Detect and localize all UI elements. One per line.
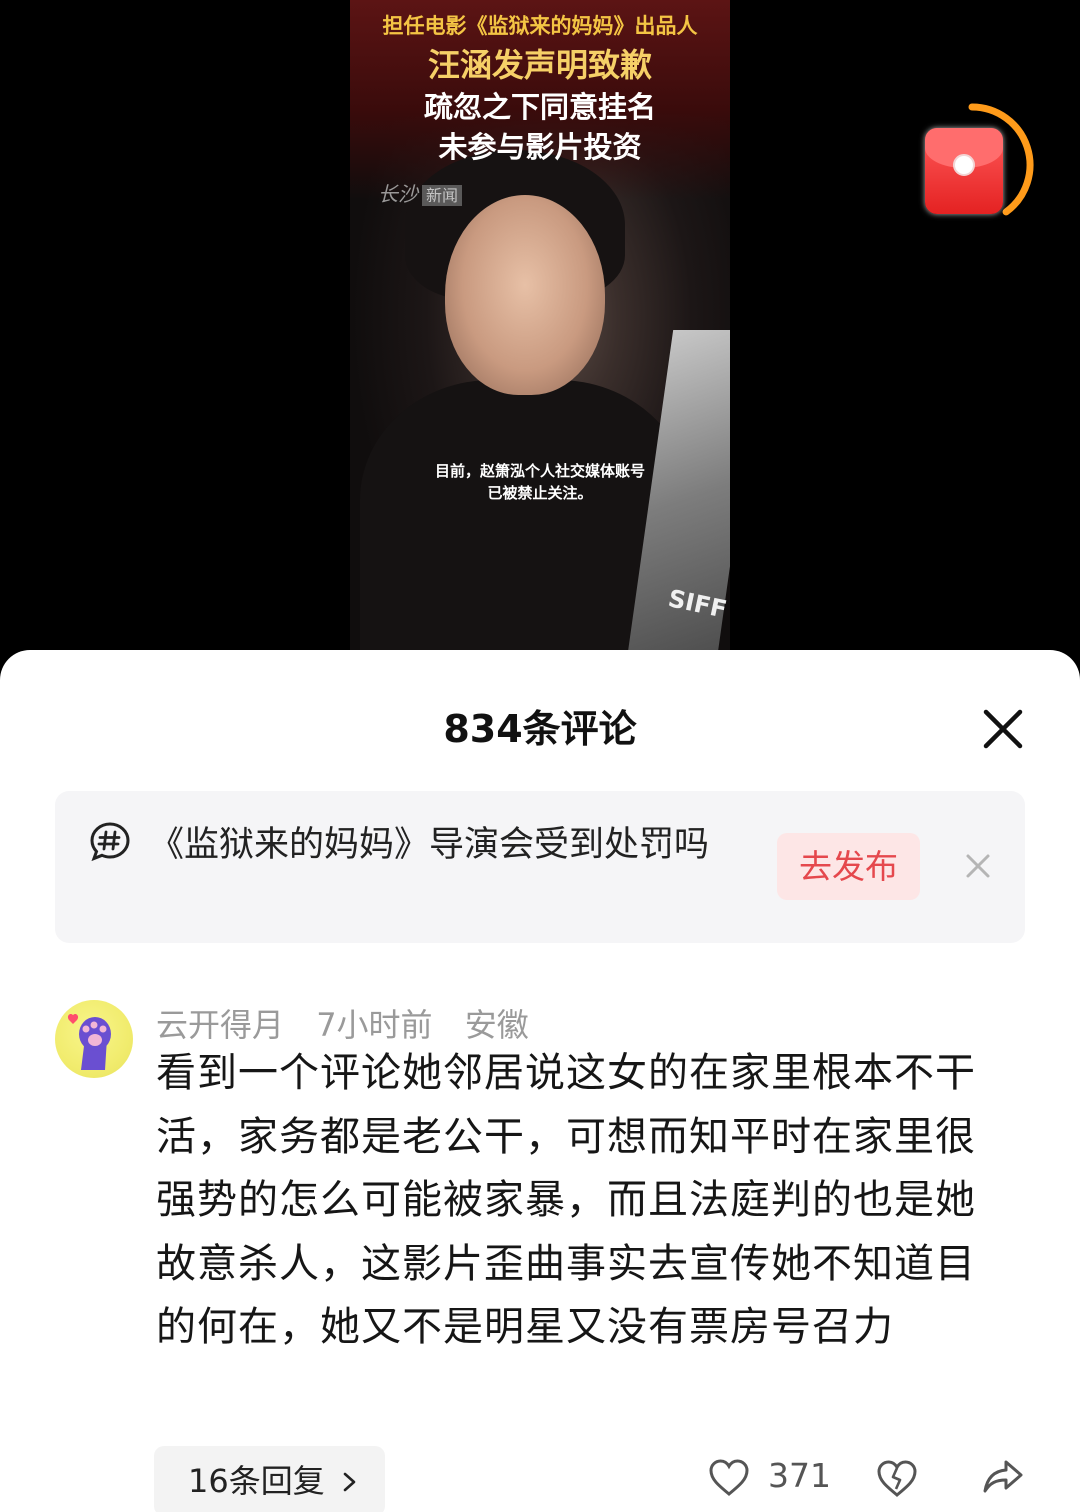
- dismiss-topic-button[interactable]: [963, 851, 993, 881]
- publish-button[interactable]: 去发布: [777, 833, 920, 900]
- share-arrow-icon: [983, 1460, 1023, 1493]
- close-icon: [966, 854, 990, 878]
- comment-meta: 云开得月 7小时前 安徽: [156, 1000, 551, 1046]
- comment-sheet: 834条评论 《监狱来的妈妈》导演会受到处罚吗 去发布 云开得月 7小时前 安徽…: [0, 650, 1080, 1512]
- video-headline-line2: 疏忽之下同意挂名: [423, 90, 656, 124]
- like-count: 371: [768, 1456, 831, 1495]
- video-subtitle-line1: 目前，赵箫泓个人社交媒体账号: [434, 462, 645, 480]
- comment-location: 安徽: [464, 1006, 529, 1044]
- chevron-right-icon: [343, 1472, 356, 1492]
- video-frame[interactable]: SIFF 担任电影《监狱来的妈妈》出品人 汪涵发声明致歉 疏忽之下同意挂名 未参…: [350, 0, 730, 660]
- topic-text[interactable]: 《监狱来的妈妈》导演会受到处罚吗: [89, 819, 749, 872]
- heart-icon: [709, 1459, 749, 1496]
- video-subtitle-line2: 已被禁止关注。: [487, 484, 593, 502]
- video-headline-sub: 担任电影《监狱来的妈妈》出品人: [382, 14, 698, 38]
- comment-count-title: 834条评论: [443, 707, 637, 751]
- like-button[interactable]: 371: [708, 1452, 831, 1502]
- video-player[interactable]: SIFF 担任电影《监狱来的妈妈》出品人 汪涵发声明致歉 疏忽之下同意挂名 未参…: [0, 0, 1080, 660]
- comment-author[interactable]: 云开得月: [156, 1006, 284, 1044]
- video-subtitle: 目前，赵箫泓个人社交媒体账号 已被禁止关注。: [390, 460, 690, 504]
- dislike-button[interactable]: [876, 1452, 922, 1502]
- video-person-face: [445, 195, 605, 395]
- broken-heart-icon: [877, 1460, 917, 1497]
- news-badge: 新闻: [422, 185, 463, 206]
- comment-time: 7小时前: [316, 1006, 433, 1044]
- video-headline-main: 汪涵发声明致歉: [427, 46, 652, 84]
- close-button[interactable]: [978, 704, 1028, 754]
- video-headline-line3: 未参与影片投资: [438, 130, 642, 164]
- comment-text[interactable]: 看到一个评论她邻居说这女的在家里根本不干活，家务都是老公干，可想而知平时在家里很…: [156, 1042, 996, 1360]
- replies-label: 16条回复: [188, 1462, 325, 1500]
- red-packet-coin: [953, 154, 975, 176]
- comment-item: 云开得月 7小时前 安徽 看到一个评论她邻居说这女的在家里根本不干活，家务都是老…: [0, 990, 1080, 1512]
- red-packet-button[interactable]: [905, 95, 1040, 230]
- news-logo-watermark: 长沙 新闻: [378, 178, 463, 207]
- close-icon: [983, 709, 1023, 749]
- red-packet-icon: [925, 128, 1003, 214]
- cat-paw-avatar-icon: [67, 1013, 111, 1070]
- share-button[interactable]: [982, 1452, 1028, 1502]
- topic-suggestion-card[interactable]: 《监狱来的妈妈》导演会受到处罚吗 去发布: [55, 791, 1025, 943]
- view-replies-button[interactable]: 16条回复: [154, 1446, 385, 1512]
- calligraphy-logo: 长沙: [378, 182, 418, 206]
- avatar[interactable]: [55, 1000, 133, 1078]
